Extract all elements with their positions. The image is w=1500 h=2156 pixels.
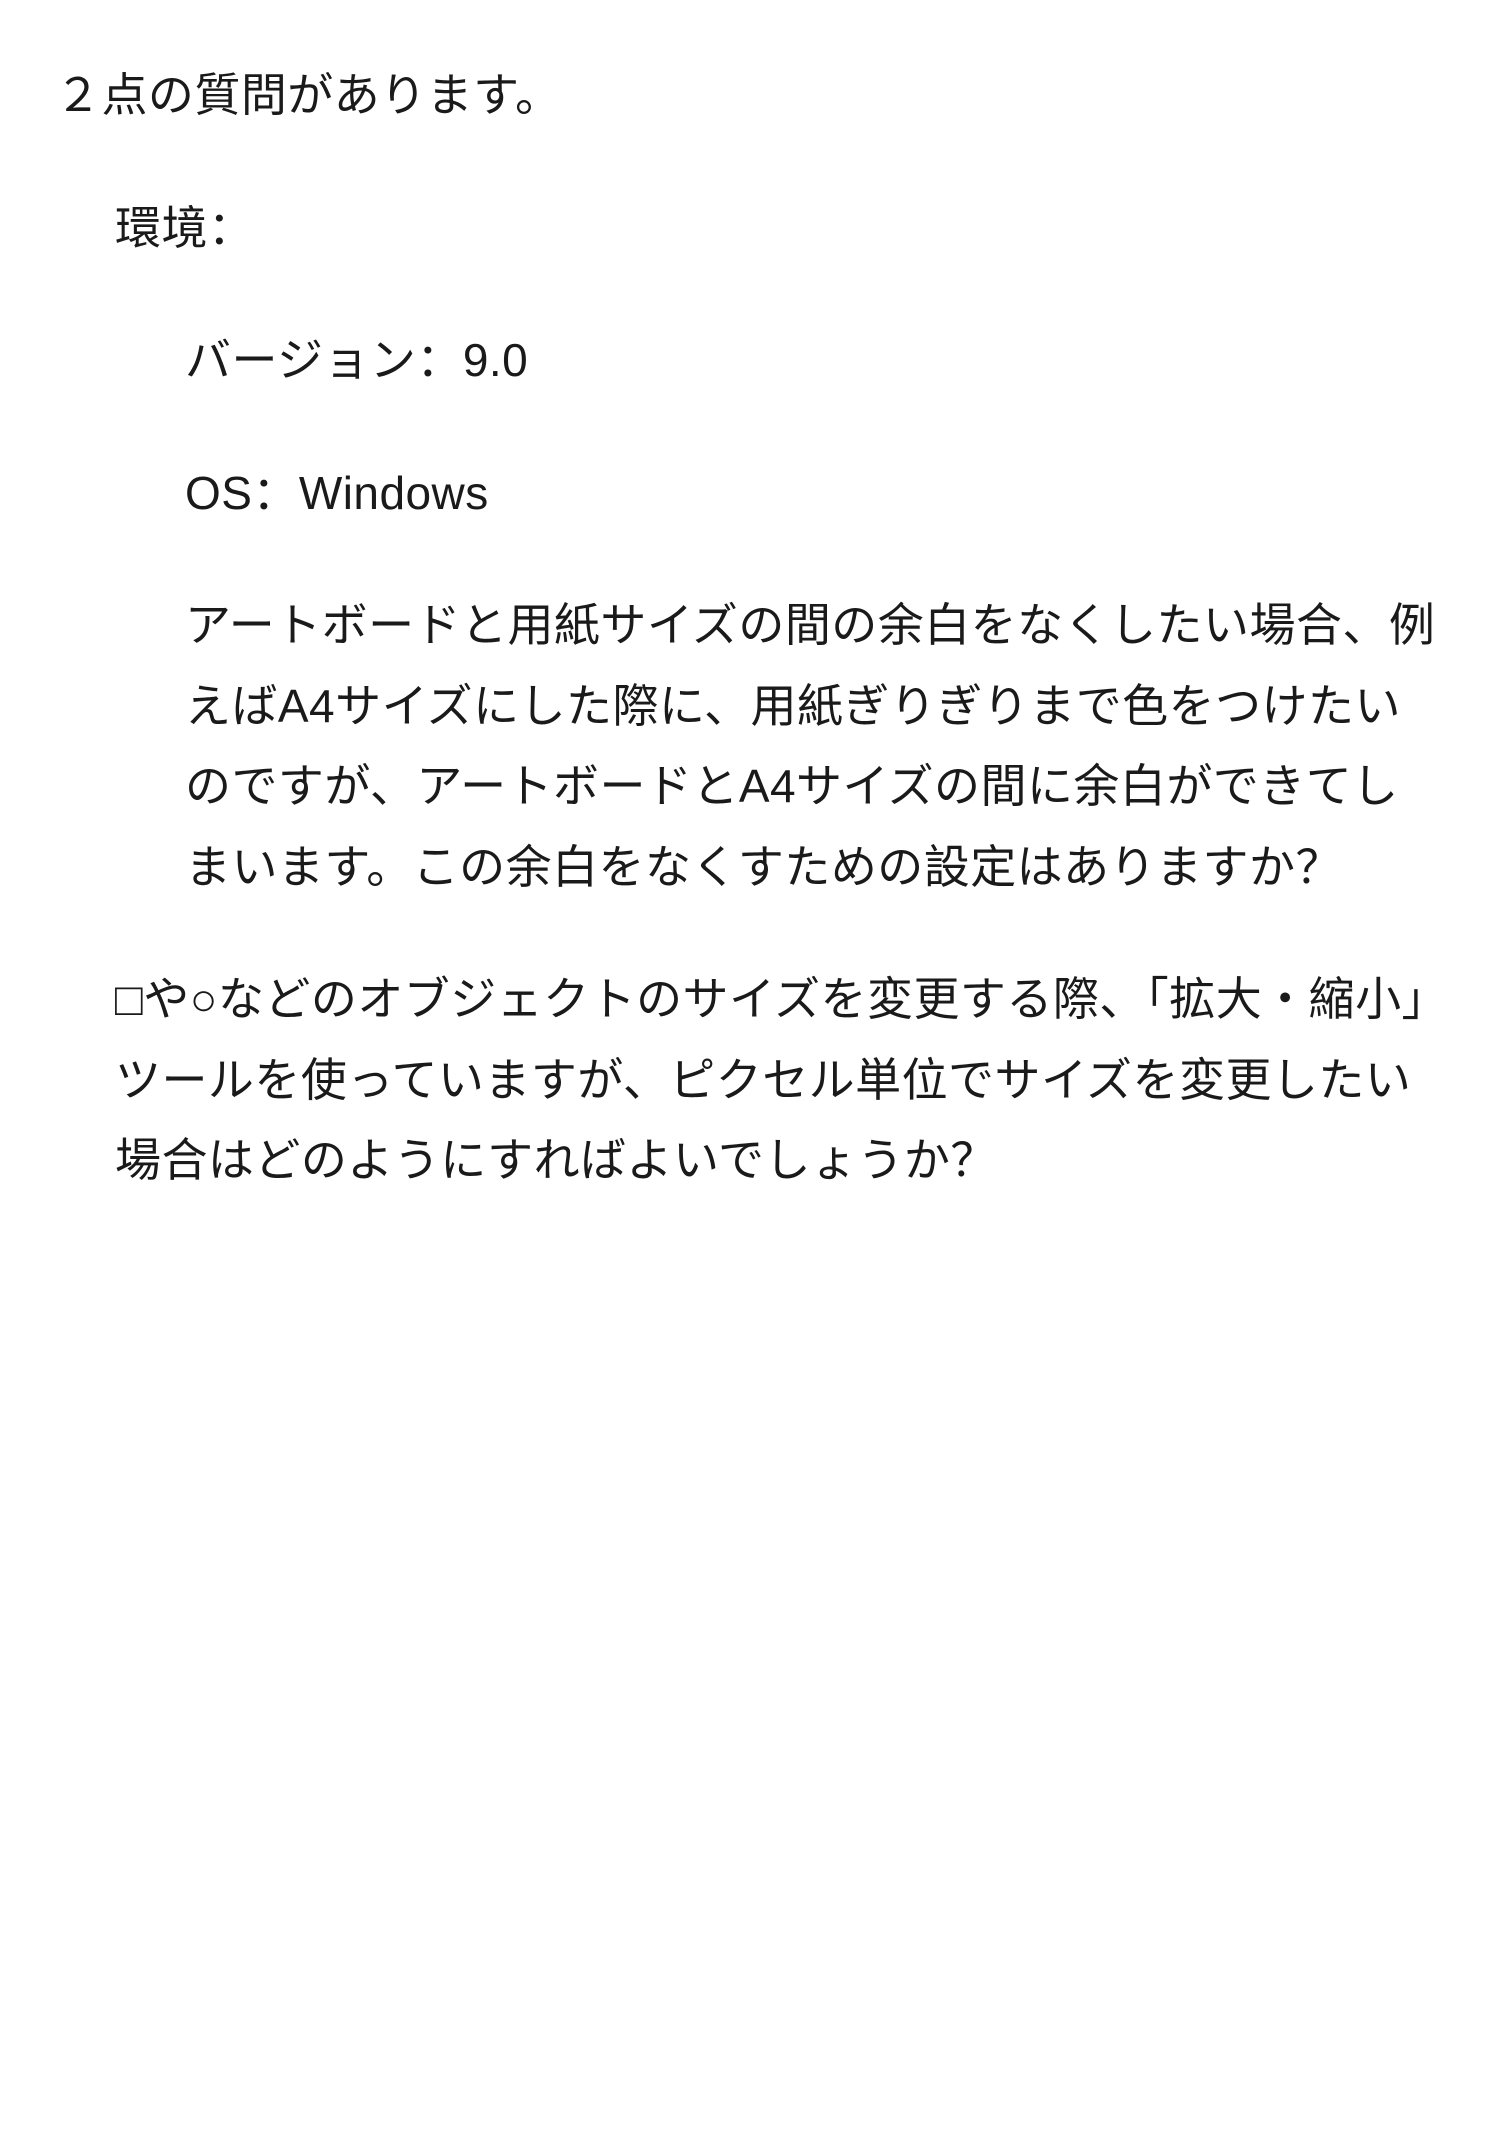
question-2: □や○などのオブジェクトのサイズを変更する際、「拡大・縮小」ツールを使っています… xyxy=(115,959,1445,1201)
environment-details: バージョン：9.0 OS：Windows アートボードと用紙サイズの間の余白をな… xyxy=(115,320,1445,907)
os-line: OS：Windows xyxy=(185,453,1445,534)
question-1: アートボードと用紙サイズの間の余白をなくしたい場合、例えばA4サイズにした際に、… xyxy=(185,585,1445,907)
content-section: 環境： バージョン：9.0 OS：Windows アートボードと用紙サイズの間の… xyxy=(55,188,1445,1201)
version-line: バージョン：9.0 xyxy=(185,320,1445,401)
environment-label: 環境： xyxy=(115,188,1445,269)
intro-text: ２点の質問があります。 xyxy=(55,55,1445,136)
